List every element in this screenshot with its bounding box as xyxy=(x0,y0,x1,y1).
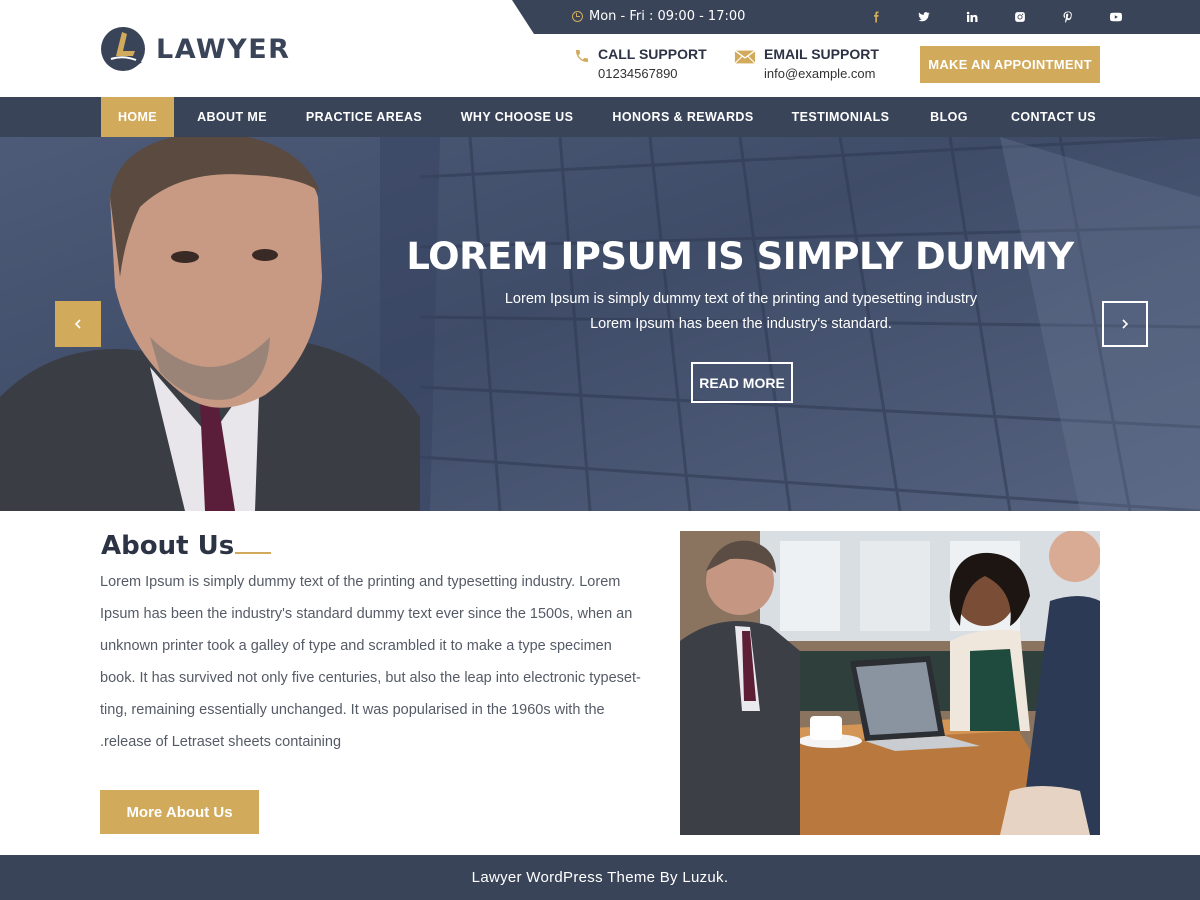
instagram-icon[interactable] xyxy=(996,8,1044,26)
clock-icon xyxy=(572,11,583,22)
slider-prev-button[interactable] xyxy=(55,301,101,347)
nav-item-contact-us[interactable]: CONTACT US xyxy=(999,97,1108,137)
nav-item-practice-areas[interactable]: PRACTICE AREAS xyxy=(298,97,430,137)
more-about-us-button[interactable]: More About Us xyxy=(100,790,259,834)
about-text: Lorem Ipsum is simply dummy text of the … xyxy=(100,566,660,758)
slider-next-button[interactable] xyxy=(1102,301,1148,347)
social-links xyxy=(852,8,1140,26)
meeting-photo xyxy=(680,531,1100,835)
hero-subtitle-line-2: Lorem Ipsum has been the industry's stan… xyxy=(590,316,892,332)
main-nav: HOME ABOUT ME PRACTICE AREAS WHY CHOOSE … xyxy=(0,97,1200,137)
about-line: ting, remaining essentially unchanged. I… xyxy=(100,702,605,718)
hero-slider: LOREM IPSUM IS SIMPLY DUMMY Lorem Ipsum … xyxy=(0,137,1200,511)
nav-item-honors-rewards[interactable]: HONORS & REWARDS xyxy=(604,97,762,137)
chevron-left-icon xyxy=(74,319,81,329)
about-title: About Us xyxy=(101,531,235,561)
about-image xyxy=(680,531,1100,835)
make-appointment-button[interactable]: MAKE AN APPOINTMENT xyxy=(920,46,1100,83)
nav-item-why-choose-us[interactable]: WHY CHOOSE US xyxy=(452,97,582,137)
nav-item-testimonials[interactable]: TESTIMONIALS xyxy=(783,97,898,137)
envelope-icon xyxy=(734,50,756,64)
facebook-icon[interactable] xyxy=(852,8,900,26)
logo-text: LAWYER xyxy=(156,33,291,65)
site-header: Mon - Fri : 09:00 - 17:00 LAWYER CALL SU… xyxy=(0,0,1200,97)
linkedin-icon[interactable] xyxy=(948,8,996,26)
call-support-title: CALL SUPPORT xyxy=(598,46,707,62)
call-support: CALL SUPPORT 01234567890 xyxy=(574,46,707,81)
about-line: .release of Letraset sheets containing xyxy=(100,734,342,750)
nav-item-blog[interactable]: BLOG xyxy=(921,97,977,137)
twitter-icon[interactable] xyxy=(900,8,948,26)
phone-icon xyxy=(576,50,588,62)
email-support-title: EMAIL SUPPORT xyxy=(764,46,879,62)
about-line: book. It has survived not only five cent… xyxy=(100,670,641,686)
nav-item-home[interactable]: HOME xyxy=(101,97,174,137)
site-logo[interactable]: LAWYER xyxy=(100,26,290,72)
logo-mark-icon xyxy=(101,27,145,71)
site-footer: Lawyer WordPress Theme By Luzuk. xyxy=(0,855,1200,900)
pinterest-icon[interactable] xyxy=(1044,8,1092,26)
about-line: Lorem Ipsum is simply dummy text of the … xyxy=(100,574,621,590)
hero-subtitle: Lorem Ipsum is simply dummy text of the … xyxy=(440,287,1042,337)
title-underline xyxy=(235,552,271,554)
read-more-button[interactable]: READ MORE xyxy=(691,362,793,403)
about-line: unknown printer took a galley of type an… xyxy=(100,638,612,654)
hero-title: LOREM IPSUM IS SIMPLY DUMMY xyxy=(406,235,1074,278)
nav-item-about-me[interactable]: ABOUT ME xyxy=(187,97,277,137)
top-info-bar: Mon - Fri : 09:00 - 17:00 xyxy=(512,0,1200,34)
about-line: Ipsum has been the industry's standard d… xyxy=(100,606,633,622)
business-hours: Mon - Fri : 09:00 - 17:00 xyxy=(572,9,745,24)
chevron-right-icon xyxy=(1122,319,1129,329)
email-address[interactable]: info@example.com xyxy=(764,66,879,81)
email-support: EMAIL SUPPORT info@example.com xyxy=(734,46,879,81)
business-hours-text: Mon - Fri : 09:00 - 17:00 xyxy=(589,9,746,24)
youtube-icon[interactable] xyxy=(1092,8,1140,26)
hero-subtitle-line-1: Lorem Ipsum is simply dummy text of the … xyxy=(504,291,978,307)
footer-credit[interactable]: Lawyer WordPress Theme By Luzuk. xyxy=(472,869,729,886)
phone-number[interactable]: 01234567890 xyxy=(598,66,707,81)
